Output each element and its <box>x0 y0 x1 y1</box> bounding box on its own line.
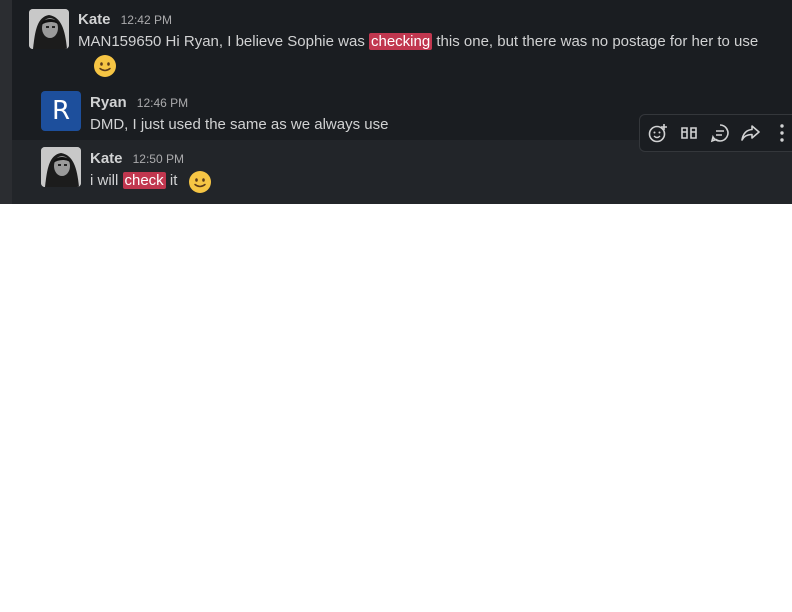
search-highlight: check <box>122 172 166 189</box>
reply-thread-icon[interactable] <box>707 120 733 146</box>
search-highlight: checking <box>369 33 433 50</box>
author-name[interactable]: Ryan <box>90 94 127 111</box>
message-header: Ryan 12:46 PM <box>90 92 188 112</box>
message-header: Kate 12:42 PM <box>78 9 172 29</box>
message-actions-toolbar <box>639 114 792 152</box>
left-rail <box>0 0 12 204</box>
share-icon[interactable] <box>738 120 764 146</box>
avatar-letter: R <box>51 96 71 126</box>
timestamp[interactable]: 12:46 PM <box>137 96 188 110</box>
avatar-kate[interactable] <box>29 9 69 49</box>
emoji-slightly-smiling-face-icon <box>93 54 117 78</box>
message-text: DMD, I just used the same as we always u… <box>90 116 389 133</box>
text-segment: MAN159650 Hi Ryan, I believe Sophie was <box>78 33 369 50</box>
add-reaction-icon[interactable] <box>645 120 671 146</box>
avatar-ryan[interactable]: R <box>41 91 81 131</box>
quote-icon[interactable] <box>676 120 702 146</box>
author-name[interactable]: Kate <box>78 11 111 28</box>
chat-pane: Kate 12:42 PM MAN159650 Hi Ryan, I belie… <box>0 0 792 204</box>
message-text: i will check it <box>90 170 177 192</box>
avatar-photo-icon <box>29 9 69 49</box>
more-actions-icon[interactable] <box>769 120 792 146</box>
avatar-kate[interactable] <box>41 147 81 187</box>
message-text: MAN159650 Hi Ryan, I believe Sophie was … <box>78 31 758 53</box>
text-segment: it <box>165 172 178 189</box>
author-name[interactable]: Kate <box>90 150 123 167</box>
text-segment: i will <box>90 172 123 189</box>
timestamp[interactable]: 12:42 PM <box>121 13 172 27</box>
timestamp[interactable]: 12:50 PM <box>133 152 184 166</box>
avatar-photo-icon <box>41 147 81 187</box>
text-segment: this one, but there was no postage for h… <box>432 33 759 50</box>
emoji-slightly-smiling-face-icon <box>188 170 212 194</box>
message-header: Kate 12:50 PM <box>90 148 184 168</box>
